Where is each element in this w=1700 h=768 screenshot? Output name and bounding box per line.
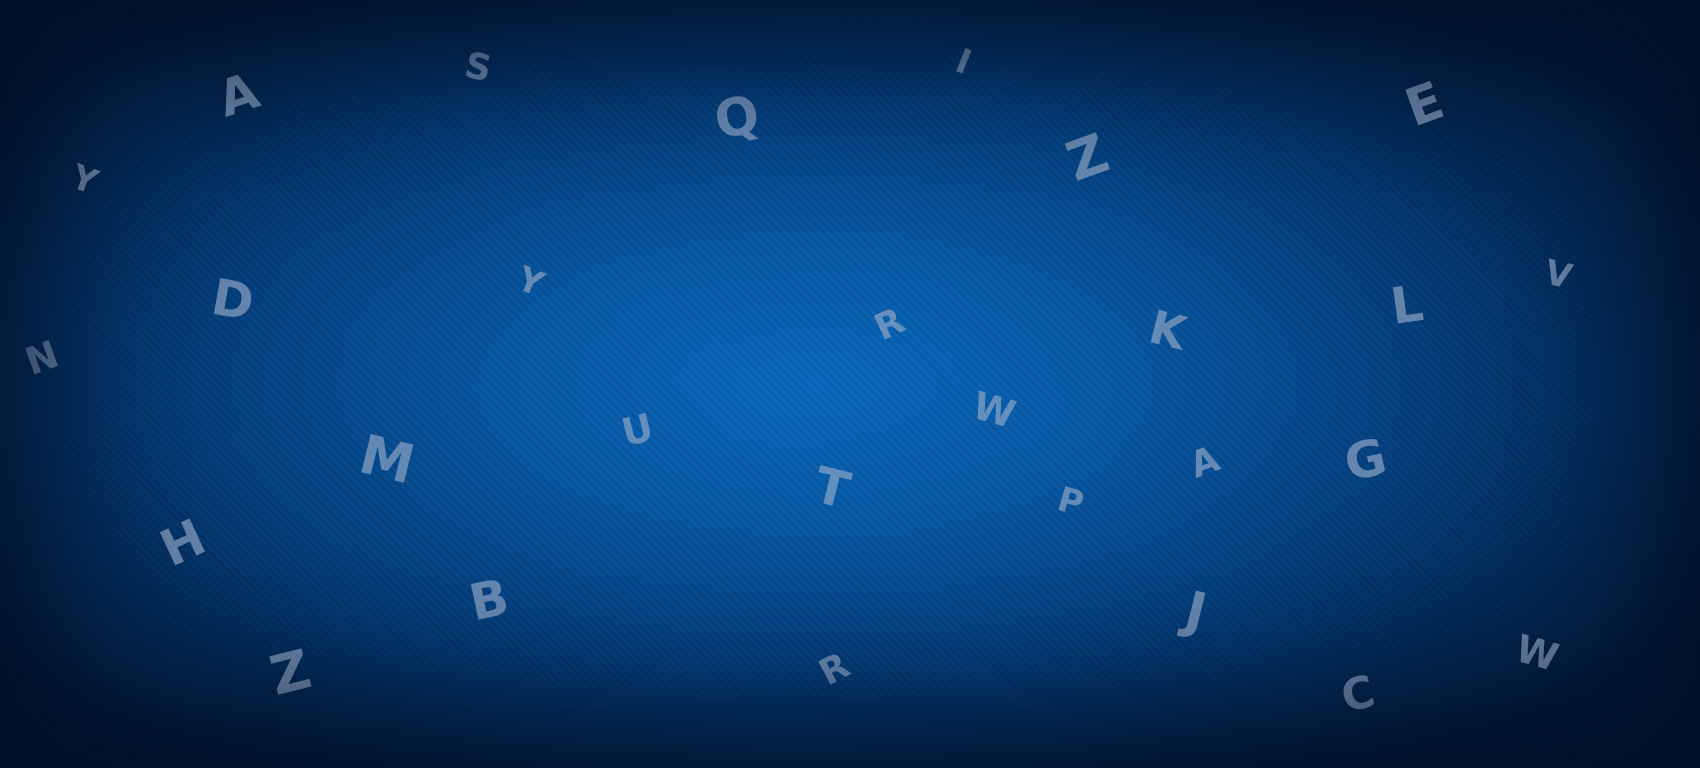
floating-letter: C <box>1336 665 1380 724</box>
floating-letter: B <box>464 567 514 633</box>
floating-letter: U <box>616 404 658 456</box>
floating-letter: T <box>808 455 856 521</box>
floating-letter: N <box>19 331 65 385</box>
floating-letter: W <box>967 383 1021 437</box>
floating-letter: V <box>1540 252 1576 298</box>
background-canvas: A S I Q Z E Y D Y R K L V N W U M T A G … <box>0 0 1700 768</box>
floating-letter: Z <box>263 637 317 708</box>
floating-letter: G <box>1338 427 1392 493</box>
floating-letter: S <box>461 44 496 91</box>
floating-letter: P <box>1052 479 1088 525</box>
floating-letter: E <box>1397 70 1452 140</box>
floating-letter: R <box>868 300 911 349</box>
floating-letter: L <box>1387 274 1427 336</box>
floating-letter: H <box>151 507 215 579</box>
floating-letter: M <box>353 422 421 497</box>
floating-letter: Y <box>510 258 549 306</box>
floating-letter: D <box>207 267 259 333</box>
floating-letter: Z <box>1057 121 1117 194</box>
floating-letter: Q <box>709 84 765 152</box>
floating-letter: A <box>1184 438 1225 487</box>
floating-letter: Y <box>65 156 103 204</box>
floating-letter: J <box>1178 580 1212 644</box>
floating-letter: I <box>949 41 977 83</box>
floating-letter: K <box>1143 299 1192 361</box>
floating-letter: W <box>1510 626 1564 680</box>
floating-letter: A <box>210 61 266 129</box>
floating-letter: R <box>812 644 857 695</box>
